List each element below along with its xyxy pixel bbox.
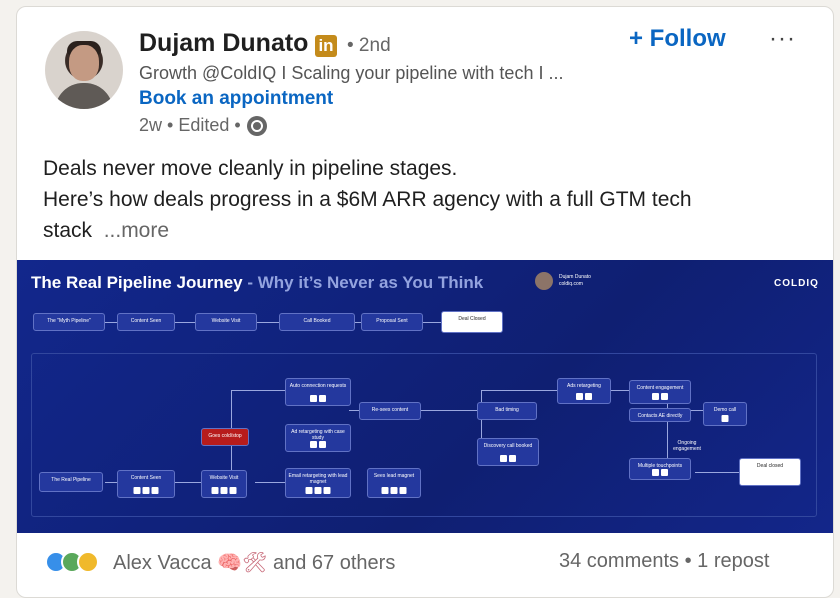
real-step-deal-closed: Deal closed: [739, 458, 801, 486]
post-line-3: stack ...more: [43, 219, 170, 242]
book-appointment-link[interactable]: Book an appointment: [139, 88, 333, 110]
real-step-ad-retargeting-case-study: Ad retargeting with case study: [285, 424, 351, 452]
post-line-2: Here’s how deals progress in a $6M ARR a…: [43, 188, 692, 211]
social-footer: Alex Vacca 🧠🛠 and 67 others 34 comments …: [17, 533, 833, 597]
pipeline-infographic-image[interactable]: The Real Pipeline Journey - Why it’s Nev…: [17, 260, 833, 533]
real-step-content-engagement: Content engagement: [629, 380, 691, 404]
real-step-bad-timing: Bad timing: [477, 402, 537, 420]
real-pipeline-label: The Real Pipeline: [39, 472, 103, 492]
more-options-icon[interactable]: ···: [769, 25, 796, 53]
post-text: Deals never move cleanly in pipeline sta…: [43, 153, 803, 246]
reactions-summary[interactable]: Alex Vacca 🧠🛠 and 67 others: [113, 550, 395, 575]
myth-step-call-booked: Call Booked: [279, 313, 355, 331]
see-more-link[interactable]: ...more: [104, 219, 169, 242]
comments-reposts-count[interactable]: 34 comments • 1 repost: [559, 550, 769, 573]
real-step-contacts-ae: Contacts AE directly: [629, 408, 691, 422]
post-card: Dujam Dunato in • 2nd Growth @ColdIQ I S…: [16, 6, 834, 598]
author-headline: Growth @ColdIQ I Scaling your pipeline w…: [139, 63, 564, 83]
linkedin-premium-icon: in: [315, 35, 337, 57]
infographic-author: Dujam Dunato coldiq.com: [559, 274, 591, 287]
follow-button[interactable]: + Follow: [629, 25, 726, 53]
real-step-email-retargeting: Email retargeting with lead magnet: [285, 468, 351, 498]
emoji-tools-icon: 🧠🛠: [217, 552, 268, 574]
myth-pipeline-label: The "Myth Pipeline": [33, 313, 105, 331]
post-time-edited: 2w • Edited •: [139, 115, 241, 135]
coldiq-logo: COLDIQ: [774, 278, 819, 289]
myth-step-deal-closed: Deal Closed: [441, 311, 503, 333]
post-meta: 2w • Edited •: [139, 115, 267, 136]
real-step-ads-retargeting: Ads retargeting: [557, 378, 611, 404]
real-step-discovery-call: Discovery call booked: [477, 438, 539, 466]
reactions-icons[interactable]: [45, 551, 107, 573]
myth-step-website-visit: Website Visit: [195, 313, 257, 331]
infographic-title: The Real Pipeline Journey - Why it’s Nev…: [31, 273, 484, 292]
real-step-sees-lead-magnet: Sees lead magnet: [367, 468, 421, 498]
real-step-ongoing-engagement: Ongoing engagement: [673, 440, 701, 452]
author-avatar[interactable]: [45, 31, 123, 109]
real-step-website-visit: Website Visit: [201, 470, 247, 498]
real-step-re-sees-content: Re-sees content: [359, 402, 421, 420]
globe-icon: [246, 115, 267, 136]
myth-step-content-seen: Content Seen: [117, 313, 175, 331]
post-line-1: Deals never move cleanly in pipeline sta…: [43, 157, 458, 180]
real-step-content-seen: Content Seen: [117, 470, 175, 498]
real-step-demo-call: Demo call: [703, 402, 747, 426]
connection-degree: • 2nd: [347, 35, 391, 56]
author-name[interactable]: Dujam Dunato: [139, 29, 308, 58]
real-step-auto-connection: Auto connection requests: [285, 378, 351, 406]
infographic-author-avatar: [535, 272, 553, 290]
myth-step-proposal-sent: Proposal Sent: [361, 313, 423, 331]
real-step-multiple-touchpoints: Multiple touchpoints: [629, 458, 691, 480]
insightful-reaction-icon: [77, 551, 99, 573]
real-step-goes-cold: Goes cold/stop: [201, 428, 249, 446]
